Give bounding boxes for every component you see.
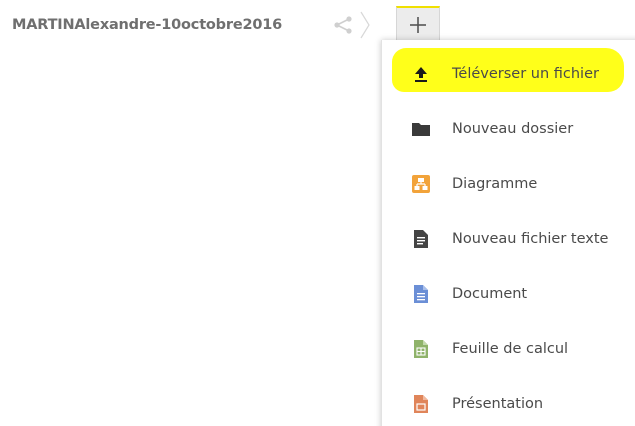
menu-item-diagram[interactable]: Diagramme <box>382 164 635 204</box>
menu-item-presentation[interactable]: Présentation <box>382 384 635 424</box>
folder-icon <box>410 118 432 140</box>
new-item-button[interactable] <box>396 6 440 42</box>
menu-item-new-folder[interactable]: Nouveau dossier <box>382 109 635 149</box>
menu-item-label: Nouveau fichier texte <box>452 231 609 247</box>
share-icon[interactable] <box>332 15 354 35</box>
menu-item-label: Diagramme <box>452 176 538 192</box>
menu-item-spreadsheet[interactable]: Feuille de calcul <box>382 329 635 369</box>
breadcrumb-folder-name[interactable]: MARTINAlexandre-10octobre2016 <box>12 17 282 33</box>
menu-item-label: Téléverser un fichier <box>452 66 599 82</box>
menu-item-upload-file[interactable]: Téléverser un fichier <box>382 54 635 94</box>
menu-item-label: Document <box>452 286 528 302</box>
menu-item-label: Présentation <box>452 396 544 412</box>
menu-item-new-text-file[interactable]: Nouveau fichier texte <box>382 219 635 259</box>
text-file-icon <box>410 228 432 250</box>
document-icon <box>410 283 432 305</box>
menu-item-label: Feuille de calcul <box>452 341 569 357</box>
menu-item-document[interactable]: Document <box>382 274 635 314</box>
new-item-menu: Téléverser un fichier Nouveau dossier Di… <box>381 40 635 426</box>
spreadsheet-icon <box>410 338 432 360</box>
plus-icon <box>410 17 426 33</box>
breadcrumb: MARTINAlexandre-10octobre2016 <box>12 13 282 37</box>
breadcrumb-separator-icon <box>360 11 370 39</box>
diagram-icon <box>410 173 432 195</box>
menu-item-label: Nouveau dossier <box>452 121 574 137</box>
presentation-icon <box>410 393 432 415</box>
upload-icon <box>410 63 432 85</box>
file-browser-page: MARTINAlexandre-10octobre2016 Téléverser… <box>0 0 635 426</box>
